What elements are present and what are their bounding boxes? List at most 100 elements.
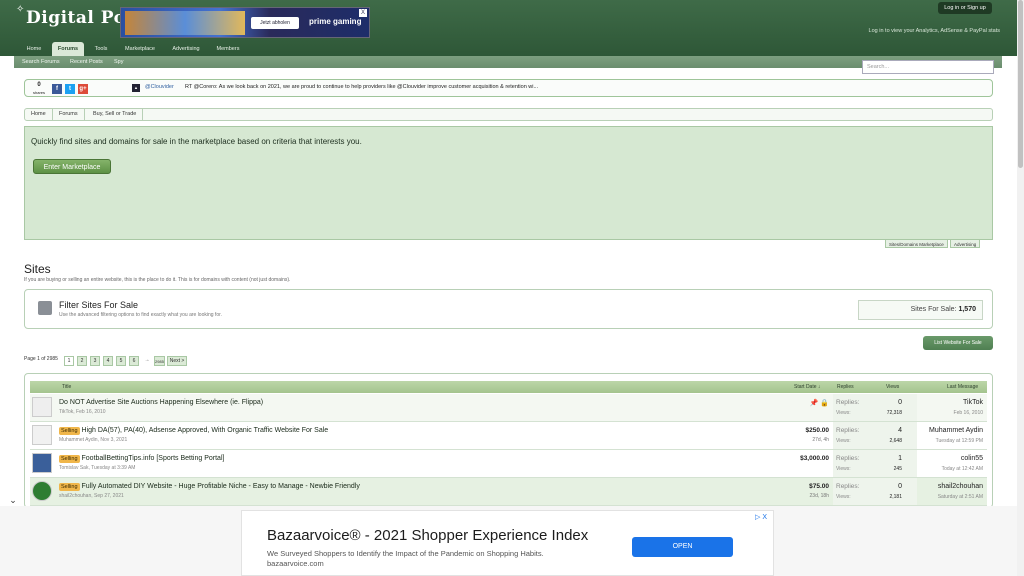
twitter-handle[interactable]: @Clouvider	[145, 84, 174, 90]
sub-nav: Search Forums Recent Posts Spy	[14, 56, 1002, 68]
col-last-message[interactable]: Last Message	[947, 381, 978, 393]
ad-choices-close-icon[interactable]: ▷ X	[755, 513, 767, 521]
thread-meta: Tomislav Sak, Tuesday at 3:39 AM	[59, 465, 136, 471]
last-message-date[interactable]: Saturday at 2:51 AM	[938, 494, 983, 500]
views-label: Views:	[836, 494, 851, 500]
breadcrumb-forums[interactable]: Forums	[53, 109, 85, 120]
login-signup-button[interactable]: Log in or Sign up	[938, 2, 992, 14]
last-message-user[interactable]: TikTok	[963, 399, 983, 406]
twitter-icon[interactable]: t	[65, 84, 75, 94]
share-count: 0 shares	[33, 82, 46, 95]
thread-title[interactable]: Do NOT Advertise Site Auctions Happening…	[59, 399, 263, 406]
promo-tab-advertising[interactable]: Advertising	[950, 239, 981, 248]
bottom-ad: ▷ X Bazaarvoice® - 2021 Shopper Experien…	[0, 506, 1017, 576]
last-message-date[interactable]: Tuesday at 12:59 PM	[936, 438, 983, 444]
promo-tab-marketplace[interactable]: Sites/Domains Marketplace	[885, 239, 948, 248]
ad-cta-button[interactable]: Jetzt abholen	[251, 17, 299, 29]
pager-arrow[interactable]: →	[142, 356, 152, 366]
tab-members[interactable]: Members	[210, 42, 246, 56]
filter-description: Use the advanced filtering options to fi…	[59, 312, 222, 318]
google-plus-icon[interactable]: g+	[78, 84, 88, 94]
dollar-avatar-icon[interactable]	[32, 481, 52, 501]
tab-tools[interactable]: Tools	[88, 42, 114, 56]
table-row[interactable]: Selling FootballBettingTips.info [Sports …	[30, 450, 987, 478]
scrollbar[interactable]	[1017, 0, 1024, 576]
breadcrumb-home[interactable]: Home	[25, 109, 53, 120]
last-message-date[interactable]: Feb 16, 2010	[954, 410, 983, 416]
ad-artwork	[125, 11, 245, 35]
page-1[interactable]: 1	[64, 356, 74, 366]
avatar[interactable]	[32, 397, 52, 417]
price: $250.00	[805, 427, 830, 434]
ad-url[interactable]: bazaarvoice.com	[267, 559, 324, 568]
last-message-date[interactable]: Today at 12:42 AM	[942, 466, 983, 472]
last-message-user[interactable]: colin55	[961, 455, 983, 462]
views-count: 245	[893, 466, 902, 472]
replies-label: Replies:	[836, 399, 860, 406]
login-note: Log in to view your Analytics, AdSense &…	[868, 28, 1000, 34]
page-3[interactable]: 3	[90, 356, 100, 366]
price: $75.00	[809, 483, 829, 490]
list-website-button[interactable]: List Website For Sale	[923, 336, 993, 350]
chevron-down-icon[interactable]: ⌄	[4, 494, 22, 506]
col-views[interactable]: Views	[886, 381, 899, 393]
sites-for-sale-count: Sites For Sale: 1,570	[858, 300, 983, 320]
col-start-date[interactable]: Start Date ↓	[794, 381, 820, 393]
filter-sites-panel[interactable]: Filter Sites For Sale Use the advanced f…	[24, 289, 993, 329]
page-last[interactable]: 2985	[154, 356, 165, 366]
social-share-bar: 0 shares f t g+ ▲ @Clouvider RT @Corero: …	[24, 79, 993, 97]
subnav-recent-posts[interactable]: Recent Posts	[70, 56, 103, 68]
table-row[interactable]: Selling Fully Automated DIY Website - Hug…	[30, 478, 987, 506]
page-title: Sites	[24, 262, 51, 276]
replies-label: Replies:	[836, 483, 860, 490]
avatar[interactable]	[32, 425, 52, 445]
ad-close-icon[interactable]: X	[359, 9, 367, 17]
selling-badge: Selling	[59, 455, 80, 463]
last-message-user[interactable]: Muhammet Aydin	[929, 427, 983, 434]
tab-home[interactable]: Home	[20, 42, 48, 56]
replies-count: 0	[898, 483, 902, 490]
promo-text: Quickly find sites and domains for sale …	[31, 137, 362, 146]
page-2[interactable]: 2	[77, 356, 87, 366]
page-4[interactable]: 4	[103, 356, 113, 366]
breadcrumb-buy-sell-trade[interactable]: Buy, Sell or Trade	[87, 109, 144, 120]
ad-card[interactable]: ▷ X Bazaarvoice® - 2021 Shopper Experien…	[241, 510, 774, 576]
tab-advertising[interactable]: Advertising	[166, 42, 206, 56]
listing-age: 23d, 18h	[809, 493, 829, 499]
next-page-button[interactable]: Next >	[167, 356, 187, 366]
facebook-icon[interactable]: f	[52, 84, 62, 94]
tab-marketplace[interactable]: Marketplace	[118, 42, 162, 56]
search-input[interactable]: Search...	[862, 60, 994, 74]
filter-title[interactable]: Filter Sites For Sale	[59, 300, 138, 310]
ad-description: We Surveyed Shoppers to Identify the Imp…	[267, 549, 544, 558]
views-count: 2,648	[889, 438, 902, 444]
avatar[interactable]	[32, 453, 52, 473]
ad-title[interactable]: Bazaarvoice® - 2021 Shopper Experience I…	[267, 527, 588, 544]
last-message-user[interactable]: shail2chouhan	[938, 483, 983, 490]
page-6[interactable]: 6	[129, 356, 139, 366]
table-row[interactable]: Selling High DA(57), PA(40), Adsense Appr…	[30, 422, 987, 450]
table-row[interactable]: Do NOT Advertise Site Auctions Happening…	[30, 394, 987, 422]
filter-icon	[38, 301, 52, 315]
col-title[interactable]: Title	[62, 381, 71, 393]
page-5[interactable]: 5	[116, 356, 126, 366]
enter-marketplace-button[interactable]: Enter Marketplace	[33, 159, 111, 174]
thread-title[interactable]: Selling Fully Automated DIY Website - Hug…	[59, 483, 360, 491]
ad-open-button[interactable]: OPEN	[632, 537, 733, 557]
scrollbar-thumb[interactable]	[1018, 0, 1023, 168]
subnav-spy[interactable]: Spy	[114, 56, 123, 68]
tab-forums[interactable]: Forums	[52, 42, 84, 56]
thread-title[interactable]: Selling FootballBettingTips.info [Sports …	[59, 455, 224, 463]
col-replies[interactable]: Replies	[837, 381, 854, 393]
thread-meta: TikTok, Feb 16, 2010	[59, 409, 106, 415]
thread-meta: shail2chouhan, Sep 27, 2021	[59, 493, 124, 499]
subnav-search-forums[interactable]: Search Forums	[22, 56, 60, 68]
top-banner-ad[interactable]: Jetzt abholen prime gaming X	[120, 7, 370, 38]
selling-badge: Selling	[59, 427, 80, 435]
thread-title[interactable]: Selling High DA(57), PA(40), Adsense Appr…	[59, 427, 328, 435]
breadcrumb: Home Forums Buy, Sell or Trade	[24, 108, 993, 121]
replies-count: 1	[898, 455, 902, 462]
tweet-text[interactable]: RT @Corero: As we look back on 2021, we …	[185, 84, 538, 90]
replies-count: 0	[898, 399, 902, 406]
clouvider-avatar-icon: ▲	[132, 84, 140, 92]
